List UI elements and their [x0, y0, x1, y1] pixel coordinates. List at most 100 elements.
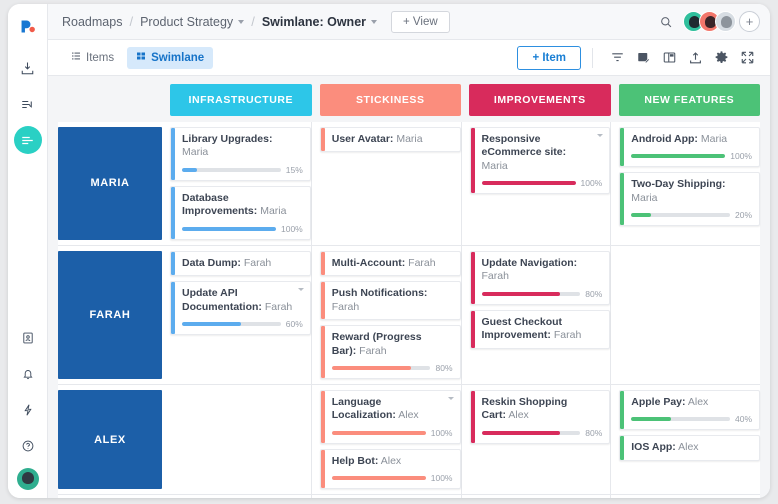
swimlane-label[interactable]: ALEX [58, 390, 162, 489]
roadmap-card[interactable]: User Avatar: Maria [320, 127, 461, 152]
roadmap-card[interactable]: Language Localization: Alex100% [320, 390, 461, 444]
filter-icon[interactable] [604, 46, 630, 70]
swimlane-cell[interactable]: Optimize Server Serialization: Omar [170, 495, 312, 498]
card-body: Database Improvements: Maria100% [175, 187, 310, 239]
roadmap-card[interactable]: Android App: Maria100% [619, 127, 760, 167]
swimlane-cell[interactable]: Single Sign-On: Omar80% [470, 495, 612, 498]
settings-gear-icon[interactable] [708, 46, 734, 70]
progress-fill [631, 417, 670, 421]
progress-percent: 80% [435, 363, 452, 373]
card-title-text: Data Dump: [182, 257, 241, 269]
progress-fill [631, 213, 651, 217]
roadmap-view-icon[interactable] [14, 126, 42, 154]
card-owner: Alex [378, 455, 401, 467]
layout-icon[interactable] [656, 46, 682, 70]
roadmap-card[interactable]: Data Dump: Farah [170, 251, 311, 276]
progress-fill [332, 476, 426, 480]
roadmap-card[interactable]: Guest Checkout Improvement: Farah [470, 310, 611, 349]
progress-track [182, 168, 281, 172]
column-header[interactable]: IMPROVEMENTS [469, 84, 611, 116]
progress-fill [182, 322, 241, 326]
column-header[interactable]: INFRASTRUCTURE [170, 84, 312, 116]
card-title-text: Update API Documentation: [182, 287, 262, 312]
swimlane-cell[interactable]: Responsive eCommerce site: Maria100% [470, 122, 612, 245]
progress-percent: 100% [281, 224, 303, 234]
tab-items[interactable]: Items [62, 47, 123, 69]
search-icon[interactable] [655, 15, 677, 29]
swimlane-cell[interactable] [320, 495, 462, 498]
roadmap-card[interactable]: Database Improvements: Maria100% [170, 186, 311, 240]
swimlane-cell[interactable] [619, 246, 760, 384]
list-view-icon[interactable] [14, 90, 42, 118]
breadcrumb-item-product-strategy[interactable]: Product Strategy [140, 15, 233, 29]
avatar[interactable] [715, 11, 736, 32]
swimlane-label[interactable]: MARIA [58, 127, 162, 240]
roadmap-card[interactable]: Update API Documentation: Farah60% [170, 281, 311, 335]
column-header[interactable]: STICKINESS [320, 84, 462, 116]
roadmap-card[interactable]: Reskin Shopping Cart: Alex80% [470, 390, 611, 444]
current-user-avatar[interactable] [17, 468, 39, 490]
help-icon[interactable] [14, 432, 42, 460]
card-progress: 100% [482, 178, 603, 188]
roadmap-card[interactable]: Help Bot: Alex100% [320, 449, 461, 489]
breadcrumb-item-swimlane-owner[interactable]: Swimlane: Owner [262, 15, 366, 29]
fullscreen-icon[interactable] [734, 46, 760, 70]
card-owner: Farah [262, 301, 292, 313]
roadmap-card[interactable]: Apple Pay: Alex40% [619, 390, 760, 430]
card-title-text: Database Improvements: [182, 192, 257, 217]
card-title: Apple Pay: Alex [631, 396, 752, 409]
card-owner: Maria [482, 160, 508, 172]
chevron-down-icon[interactable] [298, 288, 304, 291]
chevron-down-icon[interactable] [597, 134, 603, 137]
tab-swimlane[interactable]: Swimlane [127, 47, 213, 69]
card-title-text: Guest Checkout Improvement: [482, 316, 563, 341]
roadmap-card[interactable]: Push Notifications: Farah [320, 281, 461, 320]
progress-track [631, 417, 730, 421]
progress-track [631, 154, 725, 158]
card-title-text: IOS App: [631, 441, 676, 453]
chevron-down-icon[interactable] [238, 20, 244, 24]
swimlane-cell[interactable]: Android App: Maria100% Two-Day Shipping: … [619, 122, 760, 245]
swimlane-cell[interactable]: Multi-Account: Farah Push Notifications: … [320, 246, 462, 384]
swimlane-cell[interactable]: Language Localization: Alex100% Help Bot:… [320, 385, 462, 494]
swimlane-cell[interactable]: Update Navigation: Farah80% Guest Checkou… [470, 246, 612, 384]
roadmunk-logo-icon[interactable] [14, 12, 42, 40]
breadcrumb-item-roadmaps[interactable]: Roadmaps [62, 15, 122, 29]
roadmap-card[interactable]: Reward (Progress Bar): Farah80% [320, 325, 461, 379]
bell-icon[interactable] [14, 360, 42, 388]
card-title-text: Multi-Account: [332, 257, 406, 269]
add-item-button[interactable]: + Item [517, 46, 581, 70]
add-collaborator-button[interactable]: + [739, 11, 760, 32]
roadmap-card[interactable]: Update Navigation: Farah80% [470, 251, 611, 305]
export-icon[interactable] [682, 46, 708, 70]
card-body: Reskin Shopping Cart: Alex80% [475, 391, 610, 443]
swimlane-cell[interactable]: Reskin Shopping Cart: Alex80% [470, 385, 612, 494]
swimlane-cell[interactable]: User Avatar: Maria [320, 122, 462, 245]
import-icon[interactable] [14, 54, 42, 82]
roadmap-card[interactable]: Library Upgrades: Maria15% [170, 127, 311, 181]
roadmap-card[interactable]: IOS App: Alex [619, 435, 760, 460]
bolt-icon[interactable] [14, 396, 42, 424]
swimlane-label[interactable]: FARAH [58, 251, 162, 379]
swimlane-cell[interactable]: Data Dump: FarahUpdate API Documentation… [170, 246, 312, 384]
card-owner: Alex [396, 409, 419, 421]
progress-track [332, 366, 431, 370]
roadmap-card[interactable]: Multi-Account: Farah [320, 251, 461, 276]
swimlane-cell[interactable] [170, 385, 312, 494]
card-title: Data Dump: Farah [182, 257, 303, 270]
chevron-down-icon[interactable] [448, 397, 454, 400]
card-owner: Maria [182, 146, 208, 158]
card-progress: 80% [482, 428, 603, 438]
contacts-icon[interactable] [14, 324, 42, 352]
add-view-button[interactable]: + View [391, 11, 450, 33]
column-header[interactable]: NEW FEATURES [619, 84, 761, 116]
roadmap-card[interactable]: Two-Day Shipping: Maria20% [619, 172, 760, 226]
chevron-down-icon-2[interactable] [371, 20, 377, 24]
roadmap-card[interactable]: Responsive eCommerce site: Maria100% [470, 127, 611, 194]
app-root: Roadmaps / Product Strategy / Swimlane: … [0, 0, 778, 504]
swimlane-cell[interactable]: Library Upgrades: Maria15% Database Impro… [170, 122, 312, 245]
edit-fields-icon[interactable] [630, 46, 656, 70]
swimlane-cell[interactable]: Apple Pay: Alex40% IOS App: Alex [619, 385, 760, 494]
swimlane-cell[interactable]: Forgot Password Improvement: Omar75% [619, 495, 760, 498]
swimlane-label-cell: OMAR [58, 495, 170, 498]
